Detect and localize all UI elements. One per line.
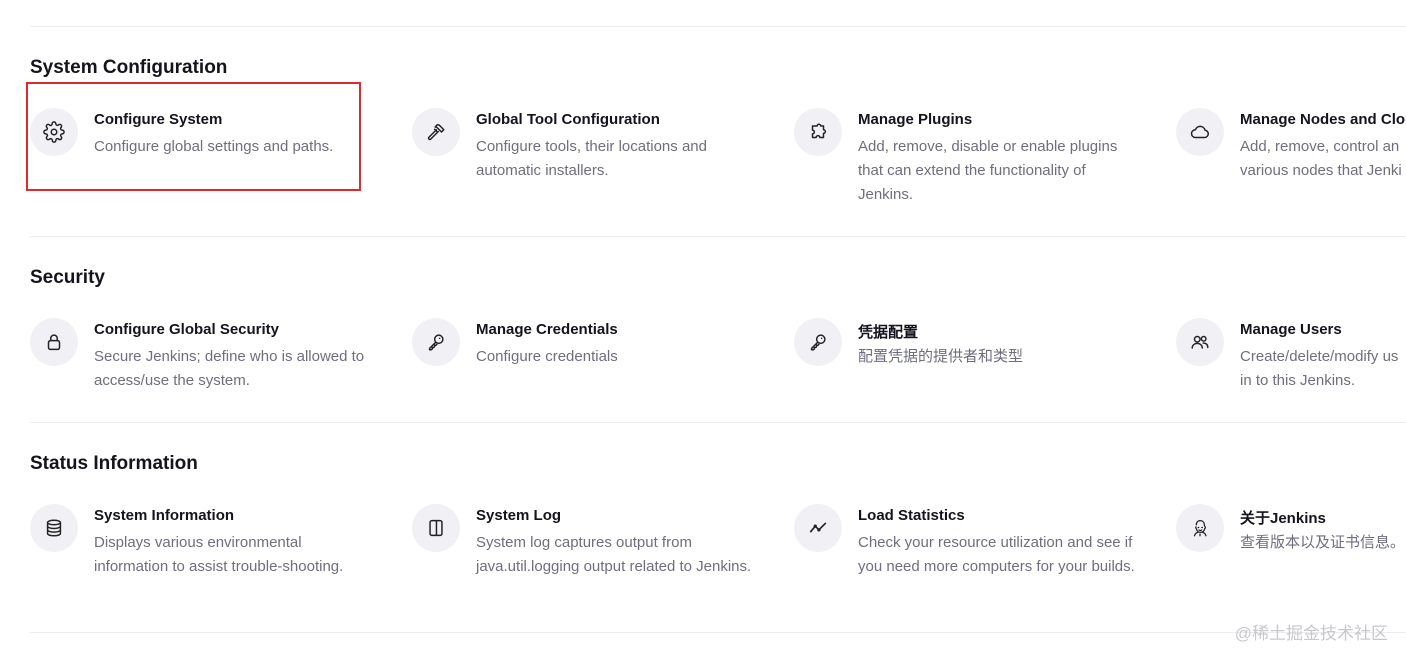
key-icon — [794, 318, 842, 366]
users-icon — [1176, 318, 1224, 366]
item-title: Configure Global Security — [94, 321, 280, 338]
watermark: @稀土掘金技术社区 — [1234, 624, 1388, 643]
puzzle-icon — [794, 108, 842, 156]
item-description: 查看版本以及证书信息。 — [1240, 534, 1406, 551]
divider — [30, 236, 1406, 237]
gear-icon — [30, 108, 78, 156]
item-about-jenkins[interactable]: 关于Jenkins 查看版本以及证书信息。 — [1176, 504, 1406, 584]
item-title: System Information — [94, 507, 235, 524]
item-title: Manage Credentials — [476, 321, 618, 338]
section-title-security: Security — [30, 267, 105, 288]
section-title-status-information: Status Information — [30, 453, 198, 474]
line-chart-icon — [794, 504, 842, 552]
item-title: Manage Plugins — [858, 111, 973, 128]
item-title: Configure System — [94, 111, 223, 128]
item-description: Create/delete/modify us in to this Jenki… — [1240, 348, 1399, 389]
jenkins-logo-icon — [1176, 504, 1224, 552]
item-title: Global Tool Configuration — [476, 111, 660, 128]
item-description: System log captures output from java.uti… — [476, 534, 752, 575]
item-description: Check your resource utilization and see … — [858, 534, 1135, 575]
item-description: 配置凭据的提供者和类型 — [858, 348, 1024, 365]
log-icon — [412, 504, 460, 552]
section-title-system-configuration: System Configuration — [30, 57, 228, 78]
item-manage-users[interactable]: Manage Users Create/delete/modify us in … — [1176, 318, 1406, 398]
item-description: Add, remove, disable or enable plugins t… — [858, 138, 1118, 203]
item-title: Manage Users — [1240, 321, 1342, 338]
item-description: Configure credentials — [476, 348, 618, 365]
divider — [30, 422, 1406, 423]
item-description: Configure tools, their locations and aut… — [476, 138, 707, 179]
item-description: Secure Jenkins; define who is allowed to… — [94, 348, 365, 389]
item-title: 凭据配置 — [858, 324, 919, 341]
database-icon — [30, 504, 78, 552]
item-description: Configure global settings and paths. — [94, 138, 334, 155]
key-icon — [412, 318, 460, 366]
item-manage-nodes-and-clouds[interactable]: Manage Nodes and Clo Add, remove, contro… — [1176, 108, 1406, 188]
item-title: System Log — [476, 507, 562, 524]
divider — [30, 632, 1406, 633]
item-title: Manage Nodes and Clo — [1240, 111, 1406, 128]
item-description: Displays various environmental informati… — [94, 534, 344, 575]
item-title: 关于Jenkins — [1240, 510, 1326, 527]
divider — [30, 26, 1406, 27]
item-description: Add, remove, control an various nodes th… — [1240, 138, 1402, 179]
lock-icon — [30, 318, 78, 366]
manage-jenkins-page: System Configuration Configure System Co… — [0, 0, 1406, 660]
item-title: Load Statistics — [858, 507, 965, 524]
hammer-icon — [412, 108, 460, 156]
cloud-icon — [1176, 108, 1224, 156]
